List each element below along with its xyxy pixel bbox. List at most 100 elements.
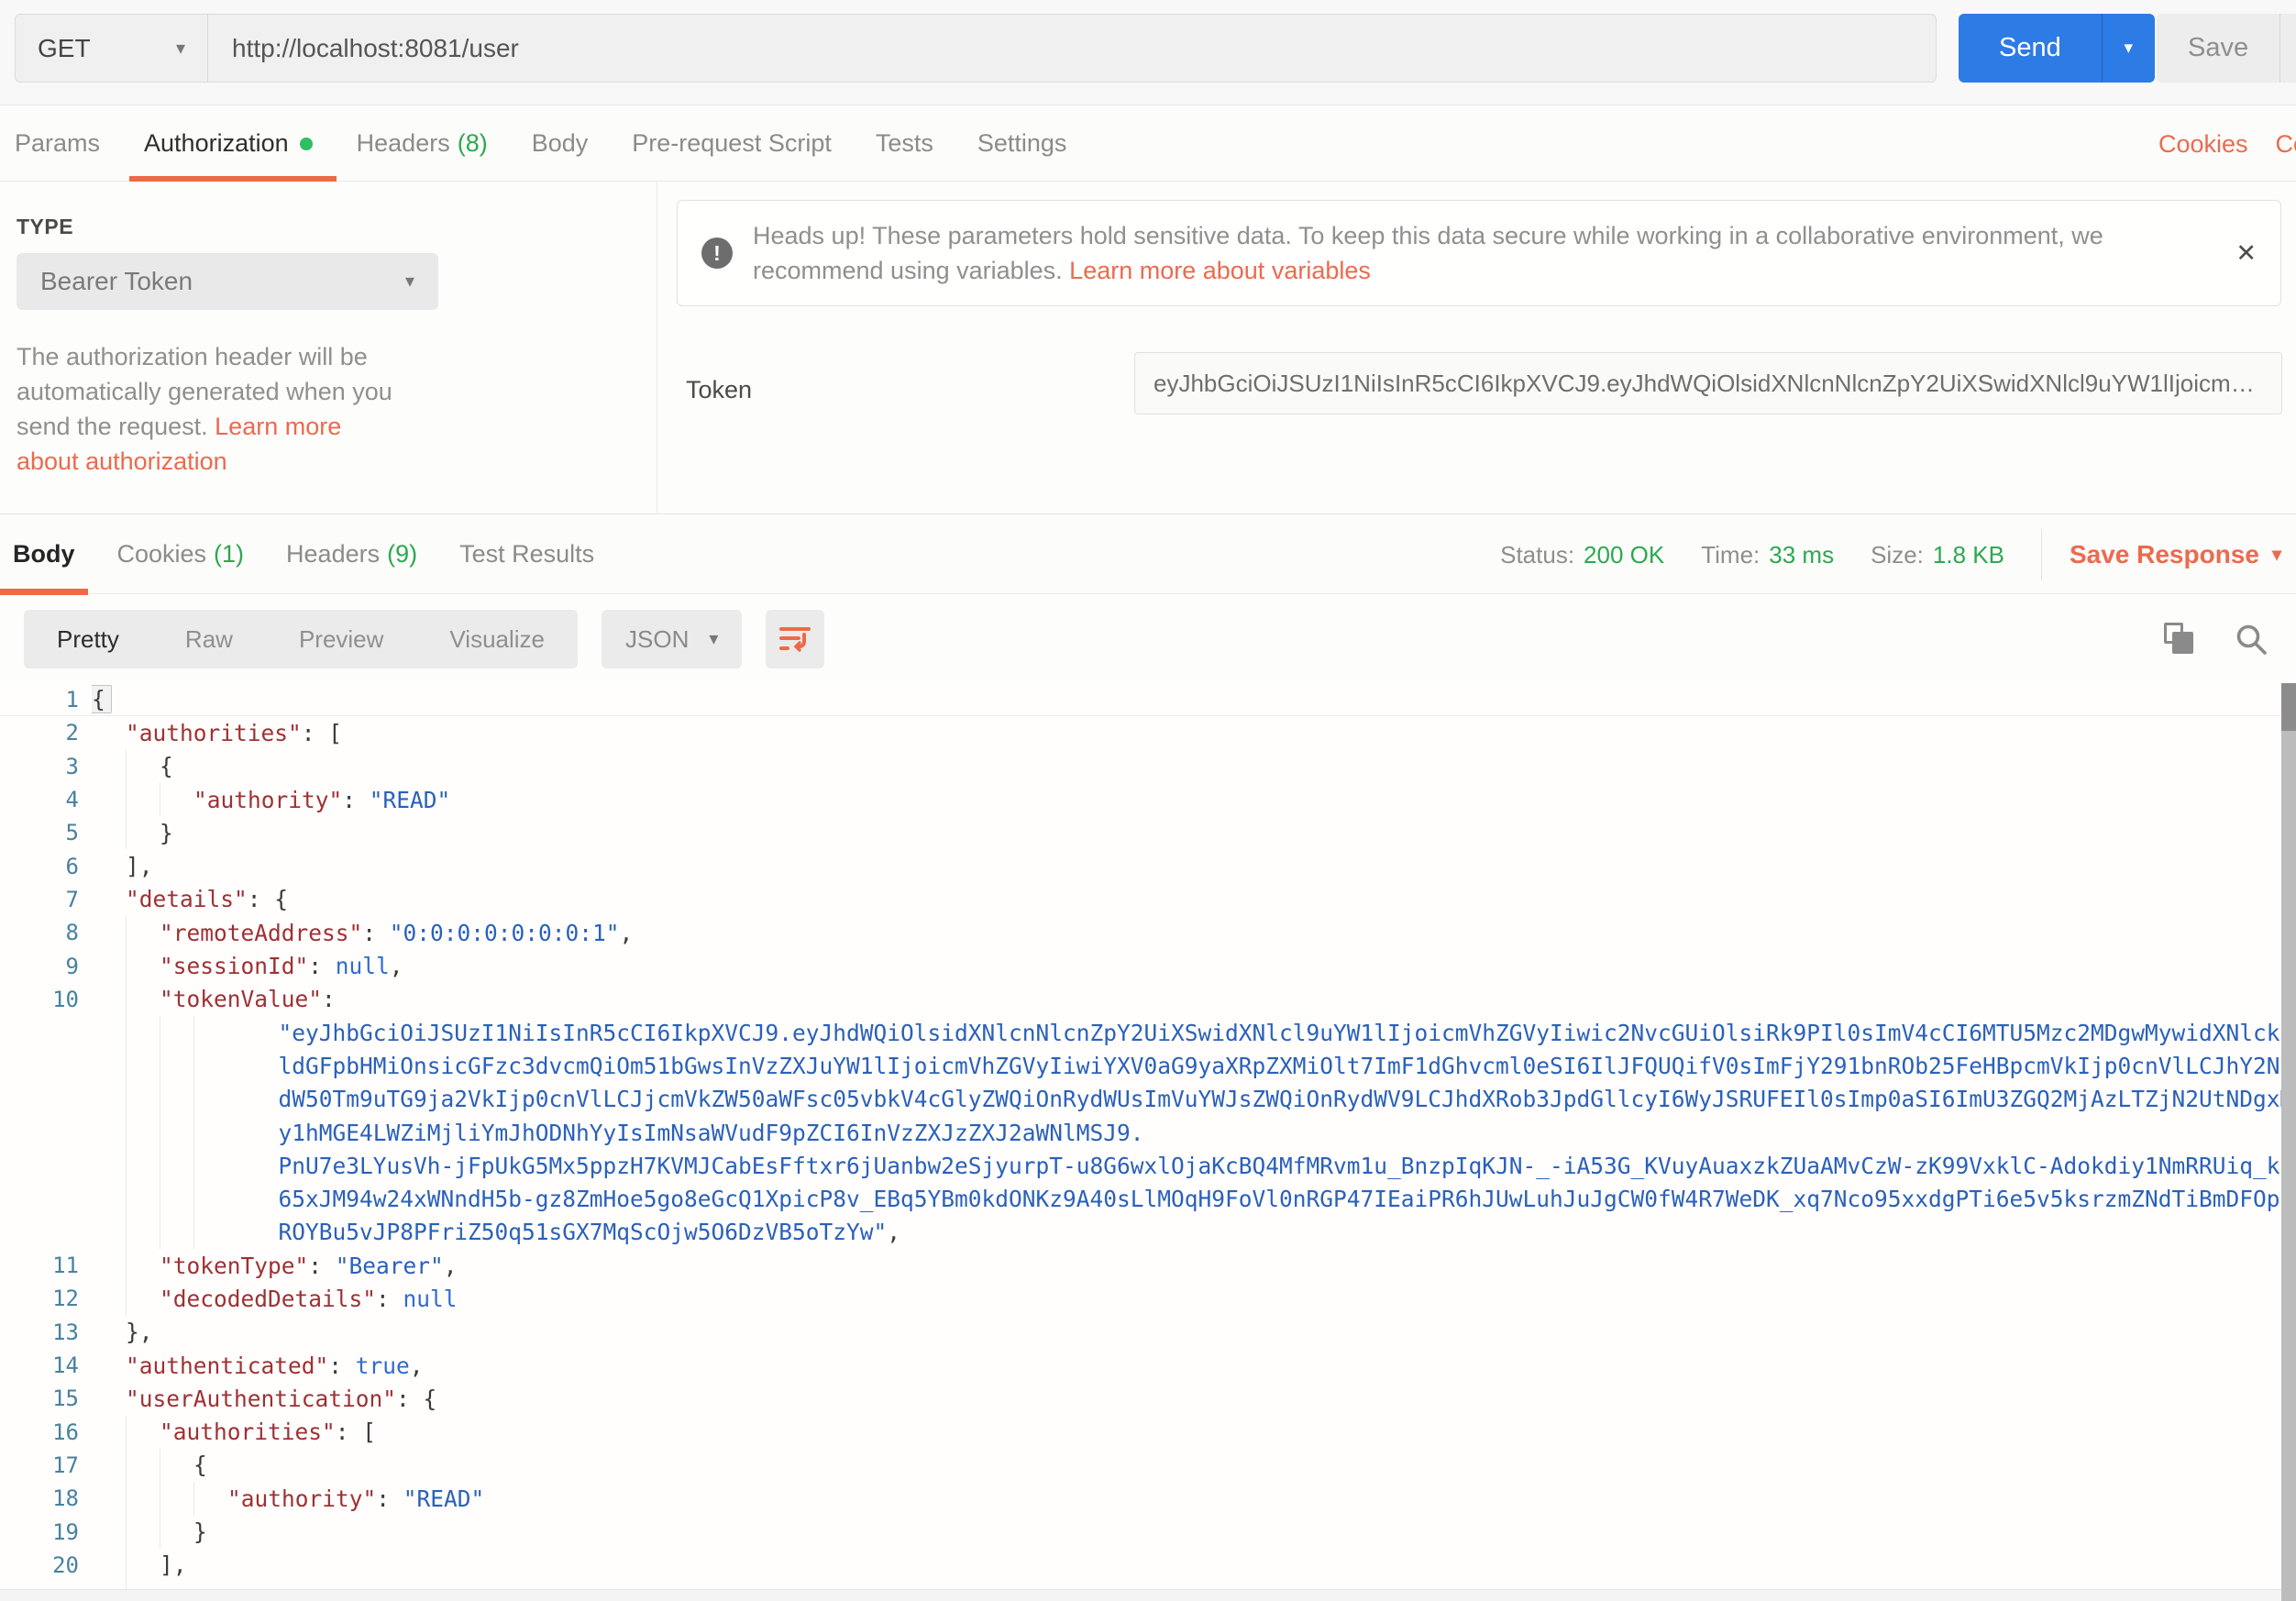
code-line: 18"authority": "READ": [0, 1482, 2296, 1515]
toolbar-right-icons: [2164, 595, 2268, 683]
indent-guide: [126, 1149, 127, 1182]
indent-guide: [126, 983, 127, 1016]
view-preview[interactable]: Preview: [266, 625, 416, 654]
auth-help-text: The authorization header will be automat…: [17, 339, 402, 479]
indent-guide: [126, 1482, 127, 1515]
save-options-button[interactable]: ▾: [2279, 14, 2296, 83]
search-icon[interactable]: [2234, 622, 2268, 657]
code-line: 7"details": {: [0, 883, 2296, 916]
auth-type-select[interactable]: Bearer Token ▾: [17, 253, 438, 310]
headers-count-badge: (8): [458, 129, 488, 158]
indent-guide: [126, 1216, 127, 1249]
chevron-down-icon: ▾: [176, 39, 185, 58]
view-raw[interactable]: Raw: [152, 625, 266, 654]
vertical-scrollbar[interactable]: [2281, 683, 2296, 1601]
save-response-button[interactable]: Save Response ▾: [2070, 540, 2281, 569]
status-badge: Status: 200 OK: [1500, 541, 1664, 569]
indent-guide: [126, 1182, 127, 1215]
scrollbar-thumb[interactable]: [2281, 683, 2296, 731]
tab-settings[interactable]: Settings: [977, 106, 1067, 182]
code-line: 15"userAuthentication": {: [0, 1382, 2296, 1415]
code-line: 14"authenticated": true,: [0, 1349, 2296, 1382]
tab-body[interactable]: Body: [532, 106, 589, 182]
indent-guide: [126, 783, 127, 816]
tab-response-body[interactable]: Body: [13, 513, 75, 594]
indent-guide: [126, 1016, 127, 1049]
code-line: 17{: [0, 1449, 2296, 1482]
line-number: 14: [0, 1353, 92, 1378]
request-bar: GET ▾ http://localhost:8081/user Send ▾ …: [0, 0, 2296, 105]
code-line: 19}: [0, 1515, 2296, 1548]
url-input[interactable]: http://localhost:8081/user: [208, 15, 1936, 82]
divider: [2041, 529, 2042, 580]
wrap-lines-button[interactable]: [766, 610, 824, 668]
response-meta: Status: 200 OK Time: 33 ms Size: 1.8 KB …: [1500, 514, 2281, 595]
send-button[interactable]: Send: [1959, 14, 2102, 83]
line-number: 6: [0, 854, 92, 879]
chevron-down-icon: ▾: [405, 272, 414, 291]
code-line: 13},: [0, 1316, 2296, 1349]
tab-authorization[interactable]: Authorization: [144, 106, 313, 182]
active-tab-underline: [0, 589, 88, 595]
indent-guide: [193, 1482, 194, 1515]
format-select[interactable]: JSON ▾: [602, 610, 742, 668]
tab-response-cookies[interactable]: Cookies(1): [117, 513, 245, 594]
line-number: 7: [0, 887, 92, 912]
send-options-button[interactable]: ▾: [2102, 14, 2155, 83]
sensitive-data-banner: ! Heads up! These parameters hold sensit…: [677, 200, 2281, 306]
code-line: 12"decodedDetails": null: [0, 1282, 2296, 1315]
chevron-down-icon: ▾: [709, 630, 718, 648]
save-button[interactable]: Save: [2157, 14, 2279, 83]
code-line: 3{: [0, 750, 2296, 783]
view-switcher: Pretty Raw Preview Visualize: [24, 610, 578, 668]
learn-more-variables-link[interactable]: Learn more about variables: [1069, 257, 1371, 284]
indent-guide: [193, 1049, 194, 1082]
method-value: GET: [38, 34, 91, 63]
response-toolbar: Pretty Raw Preview Visualize JSON ▾: [0, 595, 2296, 683]
code-line: 65xJM94w24xWNndH5b-gz8ZmHoe5go8eGcQ1Xpic…: [0, 1182, 2296, 1215]
line-number: 4: [0, 787, 92, 812]
line-number: 11: [0, 1253, 92, 1278]
format-value: JSON: [625, 625, 689, 654]
tab-tests[interactable]: Tests: [876, 106, 933, 182]
code-line: 9"sessionId": null,: [0, 949, 2296, 982]
line-number: 13: [0, 1319, 92, 1345]
cookies-link[interactable]: Cookies: [2158, 130, 2248, 159]
save-button-group: Save ▾: [2157, 14, 2296, 83]
indent-guide: [193, 1083, 194, 1116]
indent-guide: [126, 750, 127, 783]
line-number: 17: [0, 1452, 92, 1478]
indent-guide: [126, 1549, 127, 1582]
line-number: 20: [0, 1552, 92, 1578]
code-line: 10"tokenValue":: [0, 983, 2296, 1016]
chevron-down-icon: ▾: [2124, 39, 2133, 57]
view-visualize[interactable]: Visualize: [416, 625, 578, 654]
close-icon[interactable]: ✕: [2235, 239, 2257, 268]
code-line: "eyJhbGciOiJSUzI1NiIsInR5cCI6IkpXVCJ9.ey…: [0, 1016, 2296, 1049]
auth-type-value: Bearer Token: [40, 267, 193, 296]
tab-test-results[interactable]: Test Results: [459, 513, 594, 594]
tab-params[interactable]: Params: [15, 106, 100, 182]
authorization-panel: TYPE Bearer Token ▾ The authorization he…: [0, 182, 2296, 513]
tab-headers[interactable]: Headers(8): [357, 106, 488, 182]
line-number: 16: [0, 1419, 92, 1445]
code-line: 5}: [0, 816, 2296, 849]
copy-icon[interactable]: [2164, 623, 2195, 656]
warning-icon: !: [701, 237, 733, 269]
tab-prerequest-script[interactable]: Pre-request Script: [632, 106, 832, 182]
code-line: 8"remoteAddress": "0:0:0:0:0:0:0:1",: [0, 916, 2296, 949]
indent-guide: [126, 1249, 127, 1282]
horizontal-scrollbar[interactable]: [0, 1589, 2281, 1601]
view-pretty[interactable]: Pretty: [24, 625, 152, 654]
code-line: ROYBu5vJP8PFriZ50q51sGX7MqScOjw5O6DzVB5o…: [0, 1216, 2296, 1249]
code-link[interactable]: Code: [2276, 130, 2296, 159]
indent-guide: [193, 1216, 194, 1249]
cookies-count-badge: (1): [214, 540, 244, 569]
wrap-text-icon: [778, 624, 811, 654]
token-input[interactable]: eyJhbGciOiJSUzI1NiIsInR5cCI6IkpXVCJ9.eyJ…: [1134, 352, 2282, 414]
tab-response-headers[interactable]: Headers(9): [286, 513, 417, 594]
request-tabs-right: Cookies Code: [2158, 106, 2296, 182]
indent-guide: [126, 1116, 127, 1149]
method-select[interactable]: GET ▾: [16, 15, 208, 82]
code-line: y1hMGE4LWZiMjliYmJhODNhYyIsImNsaWVudF9pZ…: [0, 1116, 2296, 1149]
